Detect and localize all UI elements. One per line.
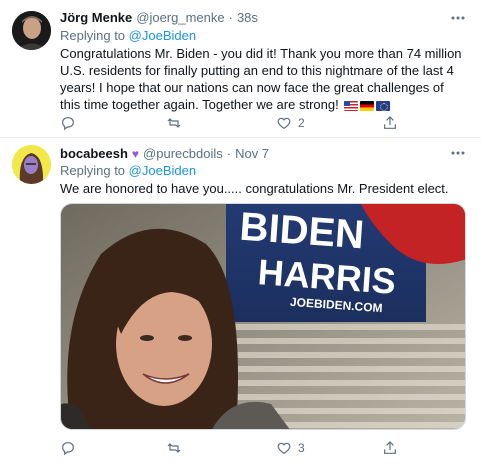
tweet-text: Congratulations Mr. Biden - you did it! …: [60, 45, 467, 113]
share-button[interactable]: [382, 439, 398, 457]
tweet-actions: 3: [60, 439, 467, 457]
heart-icon: [277, 117, 291, 130]
tweet-text: We are honored to have you..... congratu…: [60, 180, 467, 197]
flag-emojis: [344, 100, 391, 111]
user-handle[interactable]: @purecbdoils: [143, 146, 223, 161]
avatar[interactable]: [12, 11, 51, 50]
like-count: 3: [298, 441, 305, 455]
separator-dot: ·: [228, 10, 233, 25]
retweet-icon: [167, 118, 181, 128]
tweet-text-content: Congratulations Mr. Biden - you did it! …: [60, 46, 462, 112]
retweet-icon: [167, 443, 181, 453]
germany-flag-icon: [360, 100, 375, 111]
us-flag-icon: [344, 100, 359, 111]
timestamp[interactable]: Nov 7: [235, 146, 269, 161]
retweet-button[interactable]: [166, 114, 188, 132]
reply-icon: [62, 442, 74, 456]
sign-text-biden: BIDEN: [238, 205, 365, 258]
avatar[interactable]: [12, 145, 51, 184]
mention-link[interactable]: @JoeBiden: [129, 28, 196, 43]
mention-link[interactable]: @JoeBiden: [129, 163, 196, 178]
replying-to-label: Replying to: [60, 28, 126, 43]
like-count: 2: [298, 116, 305, 130]
share-icon: [384, 116, 396, 129]
tweet-photo[interactable]: BIDEN HARRIS JOEBIDEN.COM: [60, 203, 466, 430]
tweet[interactable]: Jörg Menke @joerg_menke · 38s Replying t…: [0, 0, 481, 138]
more-horizontal-icon[interactable]: [449, 147, 467, 159]
reply-button[interactable]: [60, 439, 82, 457]
retweet-button[interactable]: [166, 439, 188, 457]
reply-icon: [62, 117, 74, 131]
eu-flag-icon: [376, 100, 391, 111]
replying-to: Replying to @JoeBiden: [60, 28, 196, 43]
like-button[interactable]: 2: [276, 114, 305, 132]
separator-dot: ·: [226, 146, 232, 161]
more-horizontal-icon[interactable]: [449, 12, 467, 24]
tweet[interactable]: bocabeesh ♥ @purecbdoils · Nov 7 Replyin…: [0, 139, 481, 468]
tweet-text-content: We are honored to have you..... congratu…: [60, 181, 449, 196]
reply-button[interactable]: [60, 114, 82, 132]
tweet-actions: 2: [60, 114, 467, 132]
display-name[interactable]: Jörg Menke: [60, 10, 132, 25]
avatar-photo: [12, 11, 51, 50]
heart-icon: [277, 442, 291, 455]
like-button[interactable]: 3: [276, 439, 305, 457]
share-icon: [384, 441, 396, 454]
purple-heart-icon: ♥: [131, 146, 140, 161]
tweet-header: bocabeesh ♥ @purecbdoils · Nov 7: [60, 146, 451, 161]
replying-to: Replying to @JoeBiden: [60, 163, 196, 178]
share-button[interactable]: [382, 114, 398, 132]
replying-to-label: Replying to: [60, 163, 126, 178]
selfie-photo: BIDEN HARRIS JOEBIDEN.COM: [61, 204, 465, 429]
timestamp[interactable]: 38s: [237, 10, 258, 25]
tweet-header: Jörg Menke @joerg_menke · 38s: [60, 10, 451, 25]
avatar-photo: [12, 145, 51, 184]
user-handle[interactable]: @joerg_menke: [136, 10, 224, 25]
display-name[interactable]: bocabeesh: [60, 146, 128, 161]
